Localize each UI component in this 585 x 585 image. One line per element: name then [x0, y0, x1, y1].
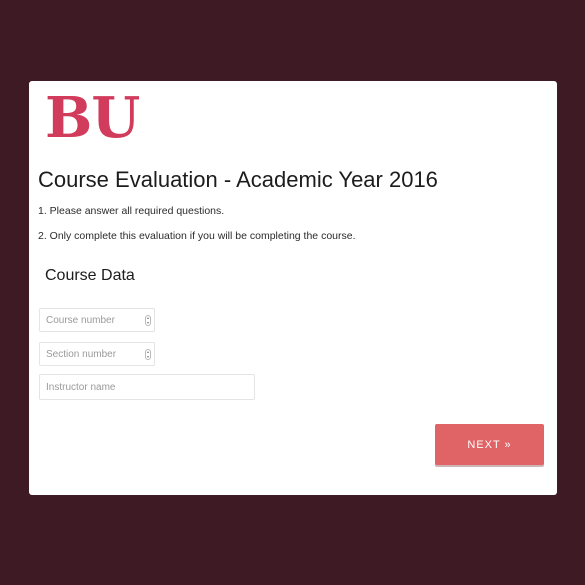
spinner-icon[interactable] [145, 349, 151, 360]
section-title: Course Data [45, 267, 135, 284]
next-button[interactable]: NEXT » [435, 424, 544, 465]
course-number-field [39, 308, 155, 332]
bu-logo: BU [45, 85, 140, 151]
instructor-name-field [39, 374, 255, 400]
spinner-icon[interactable] [145, 315, 151, 326]
instruction-2: 2. Only complete this evaluation if you … [38, 230, 356, 242]
instruction-1: 1. Please answer all required questions. [38, 205, 225, 217]
instructor-name-input[interactable] [40, 375, 254, 399]
page-title: Course Evaluation - Academic Year 2016 [38, 167, 438, 192]
section-number-field [39, 342, 155, 366]
evaluation-card: BU Course Evaluation - Academic Year 201… [29, 81, 557, 495]
section-number-input[interactable] [40, 343, 154, 365]
course-number-input[interactable] [40, 309, 154, 331]
